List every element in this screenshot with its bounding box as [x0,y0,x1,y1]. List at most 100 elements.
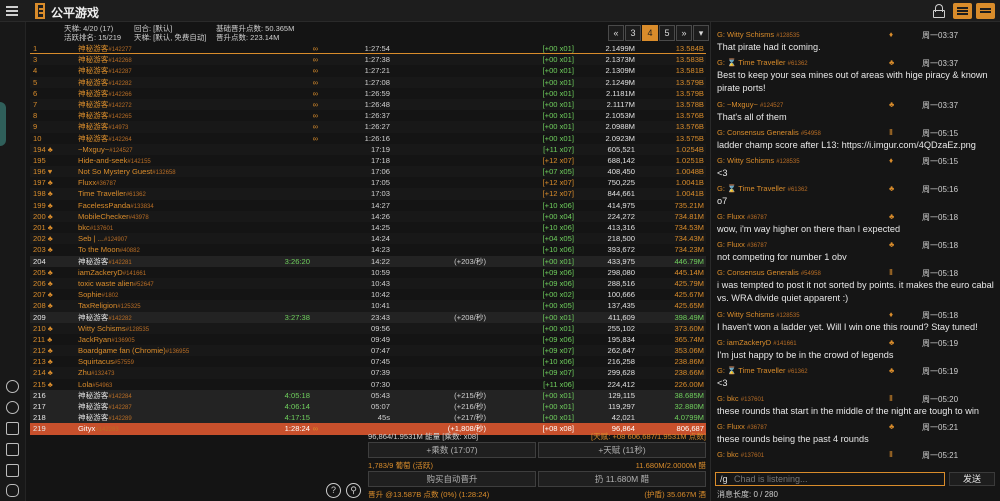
chat-icon[interactable] [976,3,995,19]
player-name[interactable]: Gityx#142283 [78,423,119,436]
chat-username[interactable]: G: ⌛ Time Traveller [717,366,786,375]
chat-username[interactable]: G: Fluxx [717,422,745,431]
time-cell: 23:43 [370,312,390,322]
chat-username[interactable]: G: bkc [717,450,739,459]
table-row[interactable]: 6 神秘游客#142266 ∞ 1:26:59 [+00 x01] 2.1181M 13.5… [30,88,706,99]
table-row[interactable]: 215 ♣ Lola#54963 07:30 [+11 x06] 224,412 226.… [30,379,706,390]
points-cell: 32.880M [674,402,704,411]
rank-badge-icon: ♣ [889,338,895,347]
table-row[interactable]: 10 神秘游客#142264 ∞ 1:26:16 [+00 x01] 2.0923M 13.… [30,133,706,144]
table-row[interactable]: 9 神秘游客#14973 ∞ 1:26:27 [+00 x01] 2.0988M 13.57… [30,121,706,133]
chat-text: <3 [717,378,728,388]
table-row[interactable]: 202 ♣ Seb | ...#124907 14:24 [+04 x05] 218,5… [30,233,706,245]
table-row[interactable]: 201 ♣ bkc#137601 14:25 [+10 x06] 413,316 734.… [30,222,706,233]
points-cell: 735.21M [674,200,704,210]
lock-icon[interactable] [933,4,945,18]
points-cell: 38.685M [674,390,704,400]
table-row[interactable]: 5 神秘游客#142282 ∞ 1:27:08 [+00 x01] 2.1249M 13.5… [30,76,706,88]
table-row[interactable]: 211 ♣ JackRyan#136905 09:49 [+09 x06] 195,83… [30,334,706,345]
chat-username[interactable]: G: Witty Schisms [717,310,774,319]
pager-last[interactable]: » [676,25,692,41]
sidebar-pull-tab[interactable] [0,102,6,146]
chat-username[interactable]: G: Fluxx [717,212,745,221]
player-id: #142287 [108,405,132,411]
table-row[interactable]: 204 神秘游客#142281 3:26:20 14:22 (+203/秒) [+00 x… [30,255,706,267]
discord-icon[interactable] [6,484,19,497]
points-cell: 734.81M [674,211,704,221]
table-row[interactable]: 7 神秘游客#142272 ∞ 1:26:48 [+00 x01] 2.1117M 13.5… [30,98,706,111]
help-icon[interactable]: ? [326,483,341,498]
multiplier-cell: [+00 x01] [542,88,574,98]
gear-icon[interactable] [6,401,19,414]
sidebar [0,22,26,501]
pager-page-5[interactable]: 5 [659,25,675,41]
promote-status: 晋升 @13.587B 点数 (0%) (1:28:24) [368,490,490,499]
power-cell: 411,609 [608,312,635,322]
table-row[interactable]: 210 ♣ Witty Schisms#128535 09:56 [+00 x01] 2… [30,322,706,334]
points-cell: 226.00M [674,379,704,389]
pager-page-3[interactable]: 3 [625,25,641,41]
multiplier-cell: [+12 x07] [542,189,574,199]
time-cell: 14:23 [370,245,390,255]
chat-username[interactable]: G: ⌛ Time Traveller [717,58,786,67]
table-row[interactable]: 214 ♣ Zhu#132473 07:39 [+09 x07] 299,628 238.… [30,367,706,379]
chat-username[interactable]: G: Consensus Generalis [717,268,799,277]
list-icon[interactable] [6,443,19,456]
table-row[interactable]: 4 神秘游客#142287 ∞ 1:27:21 [+00 x01] 2.1309M 13.5… [30,65,706,76]
chat-user-id: #61362 [787,187,808,193]
auto-promote-button[interactable]: 购买自动晋升 [368,471,536,487]
chat-username[interactable]: G: iamZackeryD [717,338,771,347]
chat-username[interactable]: G: ~Mxguy~ [717,100,758,109]
hamburger-menu-icon[interactable] [6,4,20,18]
table-row[interactable]: 209 神秘游客#142282 3:27:38 23:43 (+208/秒) [+00 x… [30,311,706,323]
table-row[interactable]: 197 ♣ Fluxx#36787 17:05 [+12 x07] 750,225 1.0… [30,177,706,188]
chat-username[interactable]: G: Witty Schisms [717,30,774,39]
rank-cell: 218 [33,413,46,423]
chat-message: G: Fluxx #36787 ♣ 周一05:18 wow, i'm way high… [717,212,999,236]
table-row[interactable]: 198 ♣ Time Traveller#61362 17:03 [+12 x07] 8… [30,188,706,200]
rank-cell: 208 ♣ [33,301,53,311]
buy-heaven-button[interactable]: +天赋 (11秒) [538,442,706,458]
table-row[interactable]: 218 神秘游客#142289 4:17:15 45s (+217/秒) [+00 x01… [30,412,706,424]
table-row[interactable]: 200 ♣ MobileChecker#43978 14:26 [+00 x04] 22… [30,210,706,222]
pager-page-4[interactable]: 4 [642,25,658,41]
table-row[interactable]: 203 ♣ To the Moon#40882 14:23 [+10 x06] 393,… [30,244,706,255]
table-row[interactable]: 195 Hide-and-seek#142155 17:18 [+12 x07] 688… [30,155,706,166]
table-row[interactable]: 3 神秘游客#142268 ∞ 1:27:38 [+00 x01] 2.1373M 13.5… [30,54,706,66]
book-icon[interactable] [6,422,19,435]
table-row[interactable]: 206 ♣ toxic waste alien#52647 10:43 [+09 x0… [30,277,706,290]
table-row[interactable]: 207 ♣ Sophie#1802 10:42 [+00 x02] 100,666 425… [30,289,706,300]
document-icon[interactable] [6,464,19,477]
news-icon[interactable] [953,3,972,19]
table-row[interactable]: 199 ♣ FacelessPanda#133834 14:27 [+10 x06] 4… [30,200,706,211]
chevron-down-icon[interactable]: ▾ [693,25,709,41]
table-row[interactable]: 212 ♣ Boardgame fan (Chromie)#136955 07:47… [30,345,706,357]
chat-username[interactable]: G: Fluxx [717,240,745,249]
table-row[interactable]: 217 神秘游客#142287 4:06:14 05:07 (+216/秒) [+00 x… [30,401,706,413]
throw-vinegar-button[interactable]: 扔 11.680M 醋 [538,471,706,487]
table-row[interactable]: 213 ♣ Squirtacus#57559 07:45 [+10 x06] 216,2… [30,356,706,367]
chat-input[interactable] [734,473,944,485]
send-button[interactable]: 发送 [949,472,995,486]
chat-username[interactable]: G: Consensus Generalis [717,128,799,137]
account-icon[interactable] [6,380,19,393]
settings-wrench-icon[interactable]: ⚲ [346,483,361,498]
buy-multiplier-button[interactable]: +乘数 (17:07) [368,442,536,458]
table-row[interactable]: 194 ♣ ~Mxguy~#124527 17:19 [+11 x07] 605,521… [30,143,706,155]
table-row[interactable]: 205 ♣ iamZackeryD#141661 10:59 [+09 x06] 298… [30,267,706,278]
table-row[interactable]: 216 神秘游客#142284 4:05:18 05:43 (+215/秒) [+00 x… [30,389,706,401]
table-row[interactable]: 196 ♥ Not So Mystery Guest#132658 17:06 [+0… [30,166,706,178]
vinegar-readout: 11.680M/2.0000M 醋 [635,461,706,470]
table-row[interactable]: 8 神秘游客#142265 ∞ 1:26:37 [+00 x01] 2.1053M 13.5… [30,110,706,121]
table-row[interactable]: 1 神秘游客#142277 ∞ 1:27:54 [+00 x01] 2.1499M 13.5… [30,43,706,55]
chat-username[interactable]: G: bkc [717,394,739,403]
pager-first[interactable]: « [608,25,624,41]
ladder-pager: « 3 4 5 » ▾ [608,25,710,42]
multiplier-cell: [+00 x01] [542,99,574,109]
table-row[interactable]: 208 ♣ TaxReligion#125325 10:41 [+00 x05] 137… [30,300,706,312]
chat-username[interactable]: G: ⌛ Time Traveller [717,184,786,193]
time-cell: 17:19 [370,144,390,154]
rank-cell: 216 [33,390,46,400]
chat-username[interactable]: G: Witty Schisms [717,156,774,165]
power-cell: 414,975 [607,200,635,210]
